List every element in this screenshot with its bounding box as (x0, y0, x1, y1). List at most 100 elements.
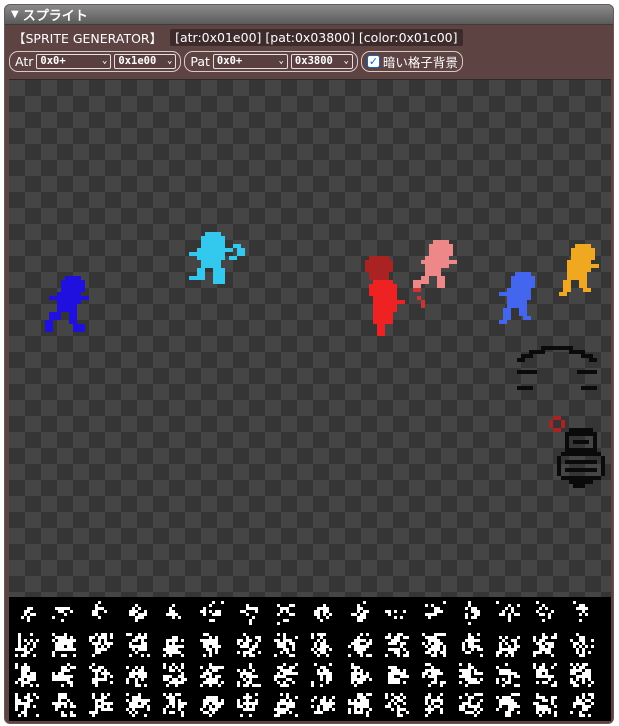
pattern-cell (126, 633, 150, 657)
dark-grid-label[interactable]: 暗い格子背景 (383, 52, 458, 71)
pattern-cell (388, 666, 409, 684)
pattern-cell (274, 633, 298, 657)
pattern-cell (52, 663, 76, 687)
pat-offset-select[interactable]: 0x0+ ⌄ (212, 53, 288, 69)
sprite-pink-runner (413, 240, 461, 312)
pattern-cell (15, 633, 39, 657)
pattern-cell (385, 633, 409, 657)
panel-title: スプライト (22, 9, 88, 24)
pattern-cell (496, 693, 520, 717)
atr-label: Atr (15, 53, 34, 69)
pattern-cell (348, 693, 372, 717)
pattern-cell (422, 633, 446, 657)
pattern-cell (385, 610, 406, 619)
atr-offset-select[interactable]: 0x0+ ⌄ (36, 53, 112, 69)
pattern-cell (89, 693, 113, 717)
chevron-down-icon: ⌄ (166, 56, 173, 66)
pattern-cell (425, 693, 443, 717)
pat-offset-value: 0x0+ (216, 55, 243, 67)
pat-base-value: 0x3800 (294, 55, 333, 67)
chevron-down-icon: ⌄ (101, 56, 108, 66)
pattern-cell (89, 633, 113, 657)
sprite-orange-runner (559, 244, 599, 300)
pattern-cell (166, 604, 181, 619)
pattern-cell (15, 663, 39, 687)
pattern-cell (533, 693, 557, 717)
pattern-cell (459, 693, 483, 717)
pattern-cell (52, 633, 76, 657)
sprite-black-arc (517, 346, 597, 394)
pattern-cell (496, 663, 520, 687)
pattern-cell (533, 633, 557, 657)
pattern-cell (570, 633, 594, 657)
pattern-cell (52, 693, 76, 717)
pattern-cell (200, 601, 224, 622)
sprite-blue-runner (45, 276, 97, 336)
pattern-cell (462, 633, 483, 657)
pattern-cell (351, 663, 372, 687)
atr-base-value: 0x1e00 (118, 55, 157, 67)
pattern-cell (200, 663, 224, 687)
pattern-cell (314, 604, 332, 622)
pattern-cell (15, 693, 39, 717)
pattern-cell (237, 663, 261, 687)
pattern-cell (274, 693, 298, 717)
pattern-cell (200, 633, 221, 657)
sprite-cyan-runner (189, 232, 249, 288)
generator-info: 【SPRITE GENERATOR】 [atr:0x01e00] [pat:0x… (5, 25, 613, 49)
pattern-sheet[interactable] (9, 597, 611, 721)
pat-base-select[interactable]: 0x3800 ⌄ (290, 53, 353, 69)
panel-title-bar[interactable]: ▼ スプライト (5, 5, 613, 25)
sprite-panel: ▼ スプライト 【SPRITE GENERATOR】 [atr:0x01e00]… (4, 4, 614, 724)
pat-label: Pat (190, 53, 210, 69)
sprite-canvas[interactable] (9, 79, 611, 597)
pattern-cell (52, 607, 73, 622)
chevron-down-icon: ⌄ (343, 56, 349, 66)
sprite-red-stack (365, 256, 405, 340)
pattern-cell (274, 663, 298, 687)
pattern-cell (237, 693, 258, 717)
pattern-cell (496, 636, 520, 657)
pattern-cell (311, 633, 332, 657)
pattern-cell (163, 636, 184, 657)
pat-group: Pat 0x0+ ⌄ 0x3800 ⌄ (184, 50, 358, 72)
pattern-cell (425, 601, 446, 619)
pattern-cell (240, 604, 258, 625)
pattern-grid (15, 601, 594, 717)
pattern-cell (496, 601, 520, 622)
controls-row: Atr 0x0+ ⌄ 0x1e00 ⌄ Pat 0x0+ ⌄ 0x3800 ⌄ … (5, 49, 613, 73)
pattern-cell (351, 601, 369, 622)
sprite-black-grenade (557, 428, 605, 492)
pattern-cell (536, 601, 554, 622)
collapse-arrow-icon[interactable]: ▼ (11, 9, 19, 20)
pattern-cell (277, 604, 295, 625)
pattern-cell (89, 663, 113, 687)
pattern-cell (348, 633, 372, 657)
pattern-cell (459, 663, 483, 687)
sprite-lightblue-runner (499, 272, 539, 328)
pattern-cell (92, 601, 107, 619)
pattern-cell (422, 663, 446, 687)
pattern-cell (570, 693, 594, 717)
address-readout: [atr:0x01e00] [pat:0x03800] [color:0x01c… (170, 28, 463, 46)
pattern-cell (126, 693, 150, 717)
pattern-cell (237, 633, 261, 657)
atr-base-select[interactable]: 0x1e00 ⌄ (114, 53, 177, 69)
dark-grid-group[interactable]: ✓ 暗い格子背景 (360, 50, 463, 72)
chevron-down-icon: ⌄ (278, 56, 284, 66)
pattern-cell (200, 696, 224, 717)
pattern-cell (311, 696, 335, 714)
pattern-cell (311, 663, 332, 687)
generator-label: 【SPRITE GENERATOR】 (13, 30, 163, 46)
pattern-cell (573, 601, 588, 622)
atr-offset-value: 0x0+ (40, 55, 66, 67)
pattern-cell (163, 663, 187, 687)
pattern-cell (163, 693, 187, 717)
dark-grid-checkbox[interactable]: ✓ (366, 54, 380, 68)
pattern-cell (385, 693, 409, 717)
pattern-cell (533, 663, 557, 687)
pattern-cell (465, 601, 480, 625)
pattern-cell (126, 666, 147, 687)
pattern-cell (570, 663, 594, 687)
pattern-cell (21, 607, 36, 622)
